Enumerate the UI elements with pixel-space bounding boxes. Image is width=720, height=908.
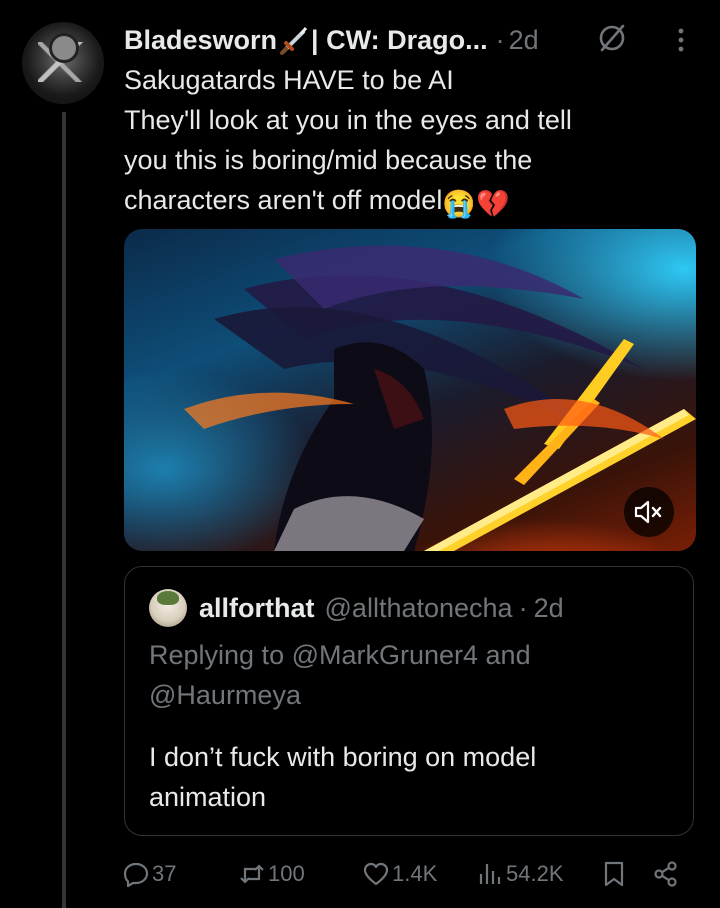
views-count: 54.2K (506, 861, 564, 886)
quoted-text-line: animation (149, 782, 267, 812)
post-actions-bar: 37 100 1.4K 54.2K (122, 856, 688, 892)
video-frame-art (184, 245, 696, 551)
bookmark-icon (604, 861, 624, 887)
analytics-icon (479, 864, 501, 884)
quoted-author-handle[interactable]: @allthatonecha (325, 593, 513, 624)
separator-dot: · (495, 24, 505, 55)
post-text: Sakugatards HAVE to be AI They'll look a… (124, 60, 684, 224)
quoted-post-time[interactable]: 2d (534, 593, 564, 624)
quoted-text-line: I don’t fuck with boring on model (149, 742, 537, 772)
post-text-line: characters aren't off model (124, 185, 443, 215)
like-button[interactable]: 1.4K (362, 856, 437, 892)
heart-icon (363, 862, 389, 886)
speaker-muted-icon (634, 500, 662, 524)
quoted-post-header: allforthat @allthatonecha · 2d (199, 589, 564, 627)
like-count: 1.4K (392, 861, 438, 886)
grok-icon[interactable] (596, 22, 628, 54)
replying-to-text: Replying to @MarkGruner4 and @Haurmeya (149, 635, 669, 715)
thread-line (62, 112, 66, 908)
mute-button[interactable] (624, 487, 674, 537)
share-button[interactable] (652, 856, 680, 892)
post-text-line-with-emoji: characters aren't off model😭💔 (124, 180, 684, 224)
post-text-line: Sakugatards HAVE to be AI (124, 65, 454, 95)
repost-count: 100 (268, 861, 305, 886)
author-avatar[interactable] (22, 22, 104, 104)
author-suffix[interactable]: | CW: Drago... (311, 25, 488, 56)
reply-icon (123, 862, 149, 888)
post-time[interactable]: 2d (509, 25, 539, 56)
post-video[interactable] (124, 229, 696, 551)
quoted-post[interactable]: allforthat @allthatonecha · 2d Replying … (124, 566, 694, 836)
author-name[interactable]: Bladesworn (124, 25, 277, 56)
quoted-post-text: I don’t fuck with boring on model animat… (149, 737, 669, 817)
repost-icon (240, 864, 264, 884)
reply-count: 37 (152, 861, 177, 886)
views-button[interactable]: 54.2K (476, 856, 564, 892)
post-text-line: you this is boring/mid because the (124, 145, 533, 175)
quoted-author-avatar[interactable] (149, 589, 187, 627)
bookmark-button[interactable] (600, 856, 628, 892)
post-text-line: They'll look at you in the eyes and tell (124, 105, 572, 135)
crying-face-emoji: 😭 (442, 189, 476, 219)
separator-dot: · (518, 592, 528, 623)
more-options-icon[interactable] (670, 26, 692, 54)
repost-button[interactable]: 100 (238, 856, 305, 892)
reply-button[interactable]: 37 (122, 856, 176, 892)
replying-to-line: Replying to @MarkGruner4 and (149, 640, 531, 670)
broken-heart-emoji: 💔 (475, 189, 510, 219)
post-header: Bladesworn | CW: Drago... · 2d (124, 20, 704, 60)
share-icon (654, 861, 677, 887)
sword-icon (280, 27, 308, 55)
replying-to-line: @Haurmeya (149, 680, 301, 710)
quoted-author-name[interactable]: allforthat (199, 593, 315, 624)
